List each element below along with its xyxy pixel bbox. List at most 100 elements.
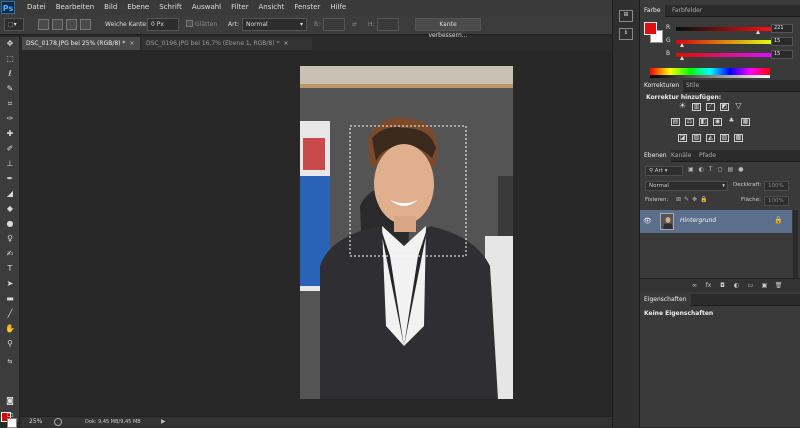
brightness-icon[interactable]: ☀ — [678, 102, 687, 111]
tab-eigenschaften[interactable]: Eigenschaften — [640, 294, 691, 306]
swap-icon[interactable]: ⇄ — [352, 18, 357, 31]
adjustment-layer-icon[interactable]: ◐ — [732, 282, 741, 290]
color-balance-icon[interactable]: ⚖ — [685, 118, 694, 126]
menu-item-filter[interactable]: Filter — [226, 0, 253, 15]
tab-farbfelder[interactable]: Farbfelder — [668, 5, 706, 17]
add-selection-icon[interactable] — [52, 19, 63, 30]
menu-item-auswahl[interactable]: Auswahl — [187, 0, 226, 15]
refine-edge-button[interactable]: Kante verbessern... — [415, 18, 481, 39]
document-image[interactable] — [300, 66, 513, 399]
fill-input[interactable]: 100% — [764, 196, 789, 206]
layer-filter-icons[interactable]: ▣◐T◻▤● — [688, 166, 788, 176]
channel-mixer-icon[interactable]: ♣ — [727, 118, 736, 126]
swap-colors-icon[interactable]: ⇆ — [4, 357, 16, 367]
eraser-tool-icon[interactable]: ◢ — [4, 189, 16, 199]
tab-pfade[interactable]: Pfade — [695, 150, 720, 162]
height-input[interactable] — [377, 18, 399, 31]
type-tool-icon[interactable]: T — [4, 264, 16, 274]
color-lookup-icon[interactable]: ▦ — [741, 118, 750, 126]
blur-tool-icon[interactable]: ● — [4, 219, 16, 229]
new-selection-icon[interactable] — [38, 19, 49, 30]
blue-slider-thumb[interactable] — [679, 56, 684, 60]
path-select-tool-icon[interactable]: ➤ — [4, 279, 16, 289]
new-layer-icon[interactable]: ▣ — [760, 282, 769, 290]
mask-icon[interactable]: ◘ — [718, 282, 727, 290]
screen-mode-icon[interactable]: ▭ — [4, 410, 16, 420]
menu-item-ebene[interactable]: Ebene — [122, 0, 154, 15]
clone-stamp-tool-icon[interactable]: ⊥ — [4, 159, 16, 169]
menu-item-bearbeiten[interactable]: Bearbeiten — [51, 0, 99, 15]
status-menu-icon[interactable]: ▶ — [161, 417, 166, 427]
color-spectrum-ramp[interactable] — [650, 68, 770, 75]
levels-icon[interactable]: ▥ — [692, 103, 701, 111]
red-slider-thumb[interactable] — [756, 30, 761, 34]
exposure-icon[interactable]: ◩ — [720, 103, 729, 111]
zoom-tool-icon[interactable]: ⚲ — [4, 339, 16, 349]
foreground-color-chip[interactable] — [644, 22, 657, 35]
feather-input[interactable]: 0 Px — [147, 18, 179, 31]
menu-item-bild[interactable]: Bild — [99, 0, 122, 15]
tab-ebenen[interactable]: Ebenen — [640, 150, 671, 162]
gradient-map-icon[interactable]: ▨ — [720, 134, 729, 142]
tab-korrekturen[interactable]: Korrekturen — [640, 80, 684, 92]
pen-tool-icon[interactable]: ✍ — [4, 249, 16, 259]
intersect-selection-icon[interactable] — [80, 19, 91, 30]
green-slider-thumb[interactable] — [679, 43, 684, 47]
healing-brush-tool-icon[interactable]: ✚ — [4, 129, 16, 139]
tool-preset-picker[interactable]: ⬚▾ — [4, 18, 24, 31]
hand-tool-icon[interactable]: ✋ — [4, 324, 16, 334]
link-layers-icon[interactable]: ∞ — [690, 282, 699, 290]
layers-scrollbar[interactable] — [793, 210, 798, 280]
opacity-input[interactable]: 100% — [764, 181, 789, 191]
crop-tool-icon[interactable]: ⌗ — [4, 99, 16, 109]
invert-icon[interactable]: ◪ — [678, 134, 687, 142]
move-tool-icon[interactable]: ✥ — [4, 39, 16, 49]
red-value-field[interactable]: 221 — [771, 24, 793, 33]
tab-stile[interactable]: Stile — [682, 80, 703, 92]
zoom-level[interactable]: 25% — [29, 417, 42, 427]
line-tool-icon[interactable]: ╱ — [4, 309, 16, 319]
threshold-icon[interactable]: ◭ — [706, 134, 715, 142]
menu-item-ansicht[interactable]: Ansicht — [253, 0, 289, 15]
rectangle-tool-icon[interactable]: ▬ — [4, 294, 16, 304]
history-brush-tool-icon[interactable]: ✒ — [4, 174, 16, 184]
posterize-icon[interactable]: ▧ — [692, 134, 701, 142]
hue-saturation-icon[interactable]: ▤ — [671, 118, 680, 126]
antialias-checkbox[interactable] — [186, 20, 193, 27]
green-value-field[interactable]: 15 — [771, 37, 793, 46]
width-input[interactable] — [323, 18, 345, 31]
selective-color-icon[interactable]: ▩ — [734, 134, 743, 142]
layer-row-background[interactable]: 👁 Hintergrund 🔒 — [640, 210, 792, 233]
history-icon[interactable]: ⊞ — [619, 10, 633, 22]
tab-farbe[interactable]: Farbe — [640, 5, 665, 17]
photo-filter-icon[interactable]: ◉ — [713, 118, 722, 126]
tab-dsc-0196[interactable]: DSC_0196.JPG bei 16,7% (Ebene 1, RGB/8) … — [142, 37, 312, 50]
grayscale-ramp[interactable] — [650, 75, 770, 78]
layer-filter-select[interactable]: ⚲ Art ▾ — [645, 166, 683, 176]
group-icon[interactable]: ▭ — [746, 282, 755, 290]
menu-item-hilfe[interactable]: Hilfe — [325, 0, 351, 15]
fx-icon[interactable]: fx — [704, 282, 713, 290]
trash-icon[interactable]: 🗑 — [774, 282, 783, 290]
eyedropper-tool-icon[interactable]: ✑ — [4, 114, 16, 124]
blue-slider[interactable] — [676, 53, 771, 57]
close-icon[interactable]: × — [283, 40, 288, 47]
lock-icons[interactable]: ⊠✎✥🔒 — [676, 196, 711, 203]
green-slider[interactable] — [676, 40, 771, 44]
lasso-tool-icon[interactable]: ℓ — [4, 69, 16, 79]
blue-value-field[interactable]: 15 — [771, 50, 793, 59]
black-white-icon[interactable]: ◧ — [699, 118, 708, 126]
paint-bucket-tool-icon[interactable]: ◆ — [4, 204, 16, 214]
vibrance-icon[interactable]: ▽ — [734, 102, 743, 111]
close-icon[interactable]: × — [129, 40, 134, 47]
quick-mask-icon[interactable]: ◙ — [4, 396, 16, 406]
tab-kanaele[interactable]: Kanäle — [667, 150, 695, 162]
menu-item-datei[interactable]: Datei — [22, 0, 51, 15]
tab-dsc-0178[interactable]: DSC_0178.JPG bei 25% (RGB/8) * × — [22, 37, 140, 50]
quick-select-tool-icon[interactable]: ✎ — [4, 84, 16, 94]
eye-icon[interactable]: 👁 — [643, 217, 652, 225]
style-select[interactable]: Normal ▾ — [242, 18, 307, 31]
brush-tool-icon[interactable]: ✐ — [4, 144, 16, 154]
menu-item-schrift[interactable]: Schrift — [154, 0, 187, 15]
subtract-selection-icon[interactable] — [66, 19, 77, 30]
